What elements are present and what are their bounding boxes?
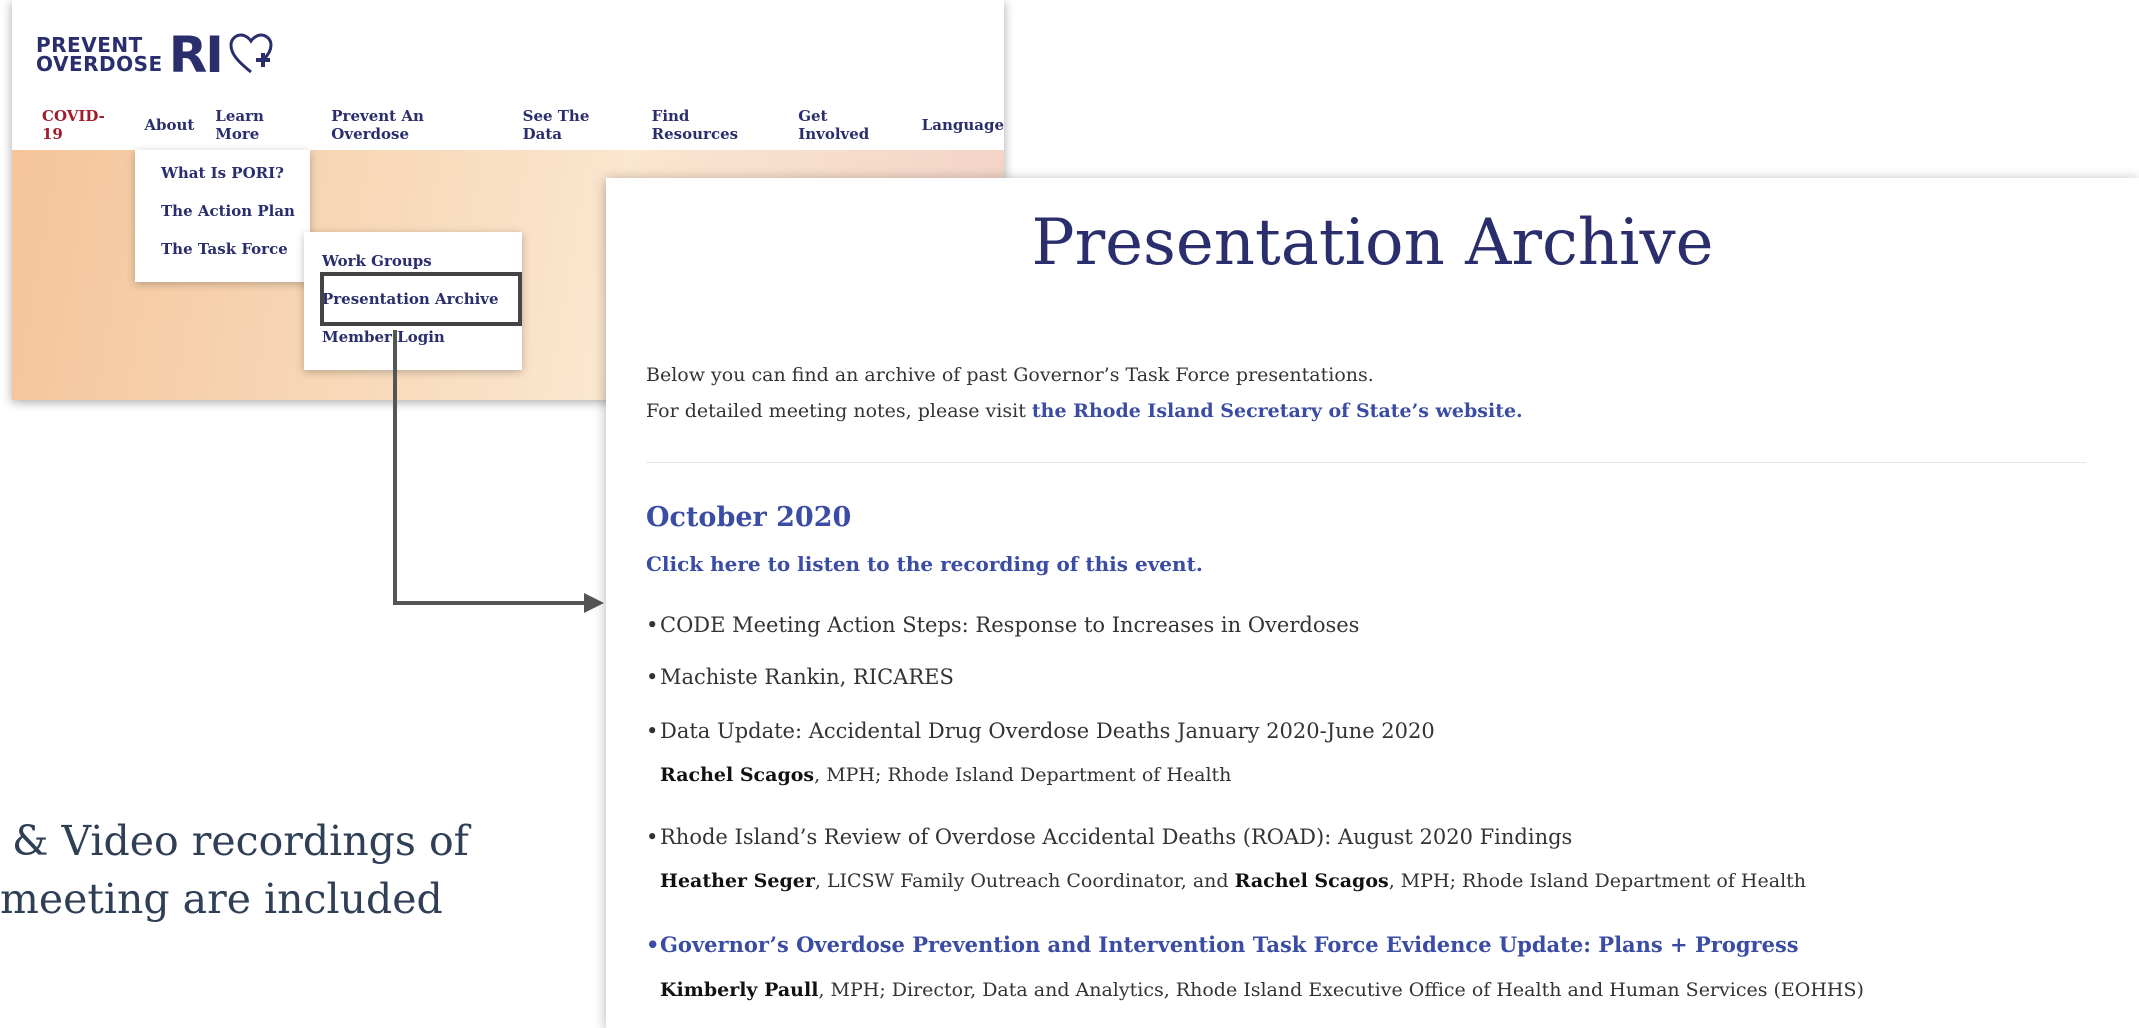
caption-line1: & Video recordings of — [12, 817, 469, 865]
page-title: Presentation Archive — [1031, 206, 1714, 280]
item-evidence-update-link[interactable]: Governor’s Overdose Prevention and Inter… — [660, 932, 1799, 957]
nav-language[interactable]: Language — [922, 116, 1004, 134]
bullet: • — [646, 665, 659, 689]
divider — [646, 462, 2086, 463]
item-road-findings: Rhode Island’s Review of Overdose Accide… — [660, 825, 1573, 849]
heart-plus-icon — [229, 33, 273, 74]
presenter-affiliation: , LICSW Family Outreach Coordinator, and — [814, 870, 1235, 892]
presentation-archive-page: Presentation Archive Below you can find … — [606, 178, 2139, 1028]
logo-line2: OVERDOSE — [36, 52, 163, 76]
presenter-affiliation: , MPH; Rhode Island Department of Health — [814, 764, 1232, 786]
presenter-affiliation: , MPH; Director, Data and Analytics, Rho… — [818, 979, 1864, 1001]
bullet: • — [646, 825, 659, 849]
menu-item-what-is-pori[interactable]: What Is PORI? — [161, 164, 284, 182]
menu-item-member-login[interactable]: Member Login — [322, 328, 445, 346]
menu-item-work-groups[interactable]: Work Groups — [322, 252, 432, 270]
list-item: •Governor’s Overdose Prevention and Inte… — [646, 932, 1799, 957]
item-machiste-rankin: Machiste Rankin, RICARES — [660, 665, 954, 689]
menu-item-action-plan[interactable]: The Action Plan — [161, 202, 295, 220]
list-item: •Rhode Island’s Review of Overdose Accid… — [646, 825, 1572, 849]
nav-covid-19[interactable]: COVID-19 — [42, 107, 123, 143]
bullet: • — [646, 719, 659, 743]
nav-prevent-an-overdose[interactable]: Prevent An Overdose — [331, 107, 501, 143]
listen-recording-link[interactable]: Click here to listen to the recording of… — [646, 552, 1203, 576]
nav-about[interactable]: About — [144, 116, 194, 134]
list-item: •Machiste Rankin, RICARES — [646, 665, 954, 689]
highlight-box — [320, 272, 522, 326]
item-code-meeting: CODE Meeting Action Steps: Response to I… — [660, 613, 1360, 637]
menu-item-task-force[interactable]: The Task Force — [161, 240, 288, 258]
presenter-line: Kimberly Paull, MPH; Director, Data and … — [660, 979, 1864, 1001]
about-dropdown-menu: What Is PORI? The Action Plan The Task F… — [135, 150, 310, 282]
presenter-line: Rachel Scagos, MPH; Rhode Island Departm… — [660, 764, 1231, 786]
bullet: • — [646, 613, 659, 637]
item-data-update: Data Update: Accidental Drug Overdose De… — [660, 719, 1435, 743]
intro-notes-prefix: For detailed meeting notes, please visit — [646, 400, 1032, 422]
bullet: • — [646, 932, 660, 957]
nav-see-the-data[interactable]: See The Data — [523, 107, 631, 143]
nav-get-involved[interactable]: Get Involved — [798, 107, 900, 143]
nav-learn-more[interactable]: Learn More — [215, 107, 310, 143]
presenter-name: Rachel Scagos — [660, 764, 815, 786]
caption-line2: meeting are included — [0, 875, 443, 923]
presenter-name: Rachel Scagos — [1234, 870, 1389, 892]
month-heading: October 2020 — [646, 502, 852, 533]
nav-find-resources[interactable]: Find Resources — [652, 107, 778, 143]
list-item: •Data Update: Accidental Drug Overdose D… — [646, 719, 1435, 743]
presenter-line: Heather Seger, LICSW Family Outreach Coo… — [660, 870, 1806, 892]
presenter-name: Heather Seger — [660, 870, 815, 892]
list-item: •CODE Meeting Action Steps: Response to … — [646, 613, 1359, 637]
intro-text: Below you can find an archive of past Go… — [646, 364, 1374, 386]
logo-ri: RI — [168, 26, 224, 84]
secretary-of-state-link[interactable]: the Rhode Island Secretary of State’s we… — [1032, 400, 1523, 422]
intro-notes: For detailed meeting notes, please visit… — [646, 400, 1523, 422]
prevent-overdose-ri-logo[interactable]: PREVENT OVERDOSE RI — [36, 30, 274, 80]
presenter-name: Kimberly Paull — [660, 979, 819, 1001]
presenter-affiliation: , MPH; Rhode Island Department of Health — [1388, 870, 1807, 892]
main-nav: COVID-19 About Learn More Prevent An Ove… — [12, 107, 1004, 143]
